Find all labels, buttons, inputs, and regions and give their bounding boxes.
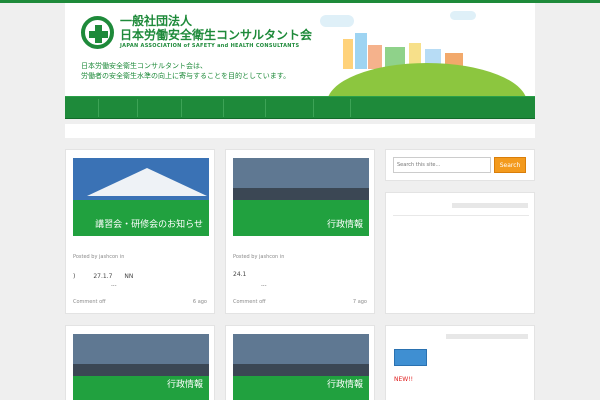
post-age: 7 ago (352, 299, 367, 305)
tagline-line2: 労働者の安全衛生水準の向上に寄与することを目的としています。 (81, 72, 291, 80)
post-category-label[interactable]: 講習会・研修会のお知らせ (95, 217, 203, 230)
post-category-label[interactable]: 行政情報 (167, 377, 203, 390)
post-meta: Posted by jashcon in (233, 254, 285, 260)
cloud-icon (450, 11, 476, 20)
widget-divider (393, 215, 529, 216)
nav-separator (181, 99, 182, 117)
post-comments[interactable]: Comment off (233, 299, 266, 305)
post-thumbnail[interactable]: 行政情報 (73, 334, 209, 400)
building-illustration (355, 33, 367, 69)
cloud-icon (320, 15, 354, 27)
site-header: 一般社団法人 日本労働安全衛生コンサルタント会 JAPAN ASSOCIATIO… (65, 3, 535, 96)
nav-separator (98, 99, 99, 117)
building-illustration (343, 39, 353, 69)
widget-title (446, 334, 528, 339)
logo-english-name: JAPAN ASSOCIATION of SAFETY and HEALTH C… (120, 43, 300, 49)
post-meta: Posted by jashcon in (73, 254, 125, 260)
nav-separator (223, 99, 224, 117)
post-thumbnail[interactable]: 講習会・研修会のお知らせ (73, 158, 209, 236)
building-illustration (368, 45, 382, 69)
post-excerpt-line2: ... (111, 281, 117, 288)
main-navigation (65, 96, 535, 119)
post-card: 行政情報 (65, 325, 215, 400)
post-card: 講習会・研修会のお知らせ Posted by jashcon in ) 27.1… (65, 149, 215, 314)
post-category-label[interactable]: 行政情報 (327, 217, 363, 230)
tagline-line1: 日本労働安全衛生コンサルタント会は、 (81, 62, 207, 70)
post-comments[interactable]: Comment off (73, 299, 106, 305)
blue-banner-button[interactable] (394, 349, 427, 366)
search-input[interactable] (393, 157, 491, 173)
logo-cross-icon[interactable] (81, 16, 114, 49)
breadcrumb-bar (65, 124, 535, 138)
post-thumbnail[interactable]: 行政情報 (233, 158, 369, 236)
post-thumbnail[interactable]: 行政情報 (233, 334, 369, 400)
logo-title-line2[interactable]: 日本労働安全衛生コンサルタント会 (120, 26, 312, 43)
post-card: 行政情報 Posted by jashcon in 24.1 ... Comme… (225, 149, 375, 314)
site-tagline: 日本労働安全衛生コンサルタント会は、 労働者の安全衛生水準の向上に寄与することを… (81, 61, 290, 81)
post-excerpt-line1: ) 27.1.7 NN (73, 273, 134, 280)
post-card: 行政情報 (225, 325, 375, 400)
new-label: NEW!! (394, 376, 414, 383)
sidebar-widget: NEW!! (385, 325, 535, 400)
nav-separator (350, 99, 351, 117)
nav-separator (313, 99, 314, 117)
widget-title (452, 203, 528, 208)
nav-separator (265, 99, 266, 117)
post-category-label[interactable]: 行政情報 (327, 377, 363, 390)
post-age: 6 ago (192, 299, 207, 305)
post-excerpt-line2: ... (261, 281, 267, 288)
post-excerpt-line1: 24.1 (233, 271, 247, 278)
nav-separator (137, 99, 138, 117)
search-widget: Search (385, 149, 535, 181)
logo-cross-horizontal (89, 31, 108, 38)
sidebar-widget (385, 192, 535, 314)
search-button[interactable]: Search (494, 157, 526, 173)
mountain-icon (87, 168, 207, 196)
